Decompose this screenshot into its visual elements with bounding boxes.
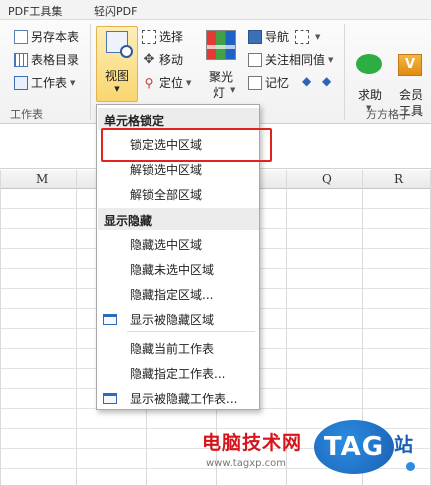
arrow-left-icon[interactable]: ◆	[302, 74, 311, 88]
worksheet-button[interactable]: 工作表 ▼	[14, 74, 75, 91]
menu-item-hide-unselected[interactable]: 隐藏未选中区域	[130, 261, 214, 278]
watermark-tag-logo: TAG	[314, 420, 394, 474]
worksheet-label: 工作表	[31, 76, 68, 90]
column-header-m[interactable]: M	[36, 172, 48, 186]
memory-button[interactable]: 记忆	[248, 74, 289, 91]
group-label-worksheet: 工作表	[10, 108, 43, 121]
menu-item-hide-specified-range[interactable]: 隐藏指定区域...	[130, 286, 213, 303]
tab-pdf-tools[interactable]: PDF工具集	[8, 3, 62, 19]
menu-item-unlock-all[interactable]: 解锁全部区域	[130, 186, 202, 203]
focus-same-value-button[interactable]: 关注相同值 ▼	[248, 51, 333, 68]
chevron-down-icon: ▼	[114, 85, 120, 93]
watermark-dot	[406, 462, 415, 471]
window-icon	[103, 314, 117, 325]
menu-item-hide-specified-sheet[interactable]: 隐藏指定工作表...	[130, 365, 225, 382]
view-button-label: 视图	[104, 69, 129, 83]
move-button[interactable]: ✥ 移动	[142, 51, 183, 68]
chevron-down-icon: ▼	[70, 78, 76, 87]
chevron-down-icon: ▼	[328, 55, 334, 64]
chevron-down-icon: ▼	[315, 32, 321, 41]
group-label-brand: 方方格子	[366, 108, 410, 121]
locate-icon: ⚲	[144, 75, 154, 90]
move-label: 移动	[159, 53, 184, 67]
navigation-icon	[248, 29, 262, 44]
watermark-url: www.tagxp.com	[206, 458, 286, 469]
group-divider	[90, 24, 91, 120]
ribbon-tab-strip: PDF工具集 轻闪PDF	[0, 0, 431, 20]
chevron-down-icon: ▼	[230, 86, 236, 94]
menu-item-show-hidden-range[interactable]: 显示被隐藏区域	[130, 311, 214, 328]
column-divider	[76, 170, 77, 485]
menu-section-show-hide: 显示隐藏	[98, 208, 259, 230]
navigation-button[interactable]: 导航 ▼	[248, 28, 320, 45]
help-label: 求助	[358, 88, 383, 102]
view-button[interactable]: 视图 ▼	[96, 26, 138, 102]
spotlight-icon	[206, 30, 236, 60]
move-icon: ✥	[143, 51, 155, 67]
column-header-q[interactable]: Q	[322, 172, 332, 186]
vip-icon: V	[398, 54, 422, 76]
worksheet-icon	[14, 75, 28, 90]
locate-label: 定位	[159, 76, 184, 90]
menu-separator	[127, 331, 255, 332]
navigation-label: 导航	[265, 30, 290, 44]
select-label: 选择	[159, 30, 184, 44]
menu-item-hide-current-sheet[interactable]: 隐藏当前工作表	[130, 340, 214, 357]
group-divider	[344, 24, 345, 120]
column-header-r[interactable]: R	[394, 172, 403, 186]
focus-icon	[248, 52, 262, 67]
select-icon	[142, 29, 156, 44]
save-sheet-label: 另存本表	[31, 30, 80, 44]
table-catalog-icon	[14, 52, 28, 67]
memory-label: 记忆	[265, 76, 290, 90]
spotlight-label-line2: 灯	[213, 86, 226, 100]
menu-item-hide-selection[interactable]: 隐藏选中区域	[130, 236, 202, 253]
wechat-icon	[356, 54, 382, 74]
view-icon	[106, 31, 133, 58]
save-sheet-icon	[14, 29, 28, 44]
focus-same-value-label: 关注相同值	[265, 53, 326, 67]
watermark-suffix: 站	[394, 434, 414, 456]
arrow-right-icon[interactable]: ◆	[322, 74, 331, 88]
vip-label-line1: 会员	[399, 88, 424, 102]
highlight-box	[101, 128, 272, 162]
watermark-text: 电脑技术网	[202, 432, 303, 454]
frame-select-icon[interactable]	[295, 29, 310, 44]
select-button[interactable]: 选择	[142, 28, 183, 45]
spotlight-label-line1: 聚光	[209, 70, 234, 84]
table-catalog-button[interactable]: 表格目录	[14, 51, 79, 68]
tab-light-pdf[interactable]: 轻闪PDF	[94, 3, 137, 19]
locate-button[interactable]: ⚲ 定位 ▼	[142, 74, 192, 91]
table-catalog-label: 表格目录	[31, 53, 80, 67]
chevron-down-icon: ▼	[186, 78, 192, 87]
menu-item-unlock-selection[interactable]: 解锁选中区域	[130, 161, 202, 178]
menu-item-show-hidden-sheet[interactable]: 显示被隐藏工作表...	[130, 390, 237, 407]
window-icon	[103, 393, 117, 404]
memory-icon	[248, 75, 262, 90]
column-divider	[0, 170, 1, 485]
save-sheet-button[interactable]: 另存本表	[14, 28, 79, 45]
menu-section-cell-lock: 单元格锁定	[98, 108, 259, 130]
